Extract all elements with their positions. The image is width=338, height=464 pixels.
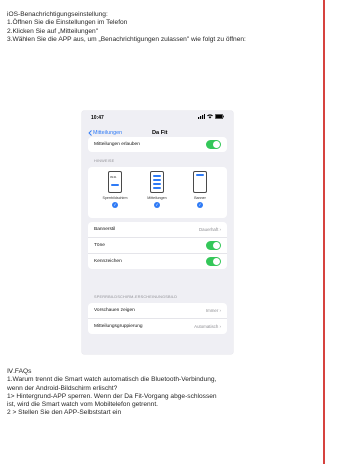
allow-notifications-row: Mitteilungen erlauben: [88, 137, 227, 152]
status-time: 10:47: [91, 115, 104, 121]
lock-screen-section-header: SPERRBILDSCHIRM-ERSCHEINUNGSBILD: [94, 295, 178, 299]
sounds-row: Töne: [88, 238, 227, 254]
faq-heading: Ⅳ.FAQs: [7, 368, 32, 375]
alert-styles-group: 09:41 Sperrbildschirm ✓ Mitteilungen ✓ B…: [88, 167, 227, 218]
faq-question-1-cont: wenn der Android-Bildschirm erlischt?: [7, 384, 118, 392]
lock-screen-time: 09:41: [110, 176, 117, 179]
alert-option-label: Banner: [194, 196, 206, 200]
instruction-step-2: 2.Klicken Sie auf „Mitteilungen": [7, 27, 99, 35]
back-button[interactable]: Mitteilungen: [88, 130, 122, 136]
sounds-label: Töne: [94, 243, 105, 248]
checkmark-icon: ✓: [112, 202, 118, 208]
back-label: Mitteilungen: [93, 130, 123, 136]
alert-option-label: Sperrbildschirm: [102, 196, 128, 200]
alert-option-label: Mitteilungen: [147, 196, 167, 200]
instruction-step-3: 3.Wählen Sie die APP aus, um „Benachrich…: [7, 35, 246, 43]
faq-answer-2: 2 > Stellen Sie den APP-Selbststart ein: [7, 409, 122, 417]
banner-style-label: Bannerstil: [94, 227, 116, 232]
wifi-icon: [207, 114, 213, 119]
page-edge-line: [323, 0, 325, 464]
notification-grouping-value: Automatisch ›: [194, 324, 221, 329]
checkmark-icon: ✓: [197, 202, 203, 208]
status-bar: 10:47: [82, 111, 233, 123]
badges-row: Kennzeichen: [88, 254, 227, 269]
screen-title: Da Fit: [152, 130, 168, 136]
faq-section: Ⅳ.FAQs 1.Warum trennt die Smart watch au…: [7, 368, 322, 418]
alerts-section-header: HINWEISE: [94, 159, 115, 163]
faq-answer-1-cont: ist, wird die Smart watch vom Mobiltelef…: [7, 401, 158, 409]
badges-label: Kennzeichen: [94, 259, 122, 264]
allow-notifications-label: Mitteilungen erlauben: [94, 142, 140, 147]
banners-phone-icon: [193, 171, 207, 193]
checkmark-icon: ✓: [154, 202, 160, 208]
faq-answer-1: 1> Hintergrund-APP sperren. Wenn der Da …: [7, 392, 217, 400]
alert-option-notification-center[interactable]: Mitteilungen ✓: [139, 171, 175, 208]
sounds-toggle[interactable]: [206, 241, 221, 250]
instruction-step-1: 1.Öffnen Sie die Einstellungen im Telefo…: [7, 19, 128, 27]
ios-notification-instructions: iOS-Benachrichtigungseinstellung: 1.Öffn…: [7, 11, 317, 44]
allow-notifications-group: Mitteilungen erlauben: [88, 137, 227, 152]
battery-icon: [215, 114, 224, 119]
alert-option-banners[interactable]: Banner ✓: [182, 171, 218, 208]
notification-grouping-label: Mitteilungsgruppierung: [94, 324, 143, 329]
faq-question-1: 1.Warum trennt die Smart watch automatis…: [7, 376, 217, 384]
sound-badge-group: Bannerstil Dauerhaft › Töne Kennzeichen: [88, 222, 227, 269]
allow-notifications-toggle[interactable]: [206, 140, 221, 149]
banner-style-row[interactable]: Bannerstil Dauerhaft ›: [88, 222, 227, 238]
badges-toggle[interactable]: [206, 257, 221, 266]
notification-center-phone-icon: [150, 171, 164, 193]
alert-option-lock-screen[interactable]: 09:41 Sperrbildschirm ✓: [97, 171, 133, 208]
show-previews-row[interactable]: Vorschauen zeigen Immer ›: [88, 303, 227, 319]
banner-style-value: Dauerhaft ›: [199, 227, 221, 232]
ios-settings-screenshot: 10:47 Mitteilungen Da Fit Mitteilungen e…: [82, 111, 233, 354]
show-previews-value: Immer ›: [205, 308, 221, 313]
status-icons: [198, 114, 224, 119]
lock-screen-group: Vorschauen zeigen Immer › Mitteilungsgru…: [88, 303, 227, 334]
signal-icon: [198, 114, 205, 119]
lock-screen-phone-icon: 09:41: [108, 171, 122, 193]
chevron-left-icon: [88, 130, 92, 136]
notification-grouping-row[interactable]: Mitteilungsgruppierung Automatisch ›: [88, 319, 227, 334]
show-previews-label: Vorschauen zeigen: [94, 308, 135, 313]
